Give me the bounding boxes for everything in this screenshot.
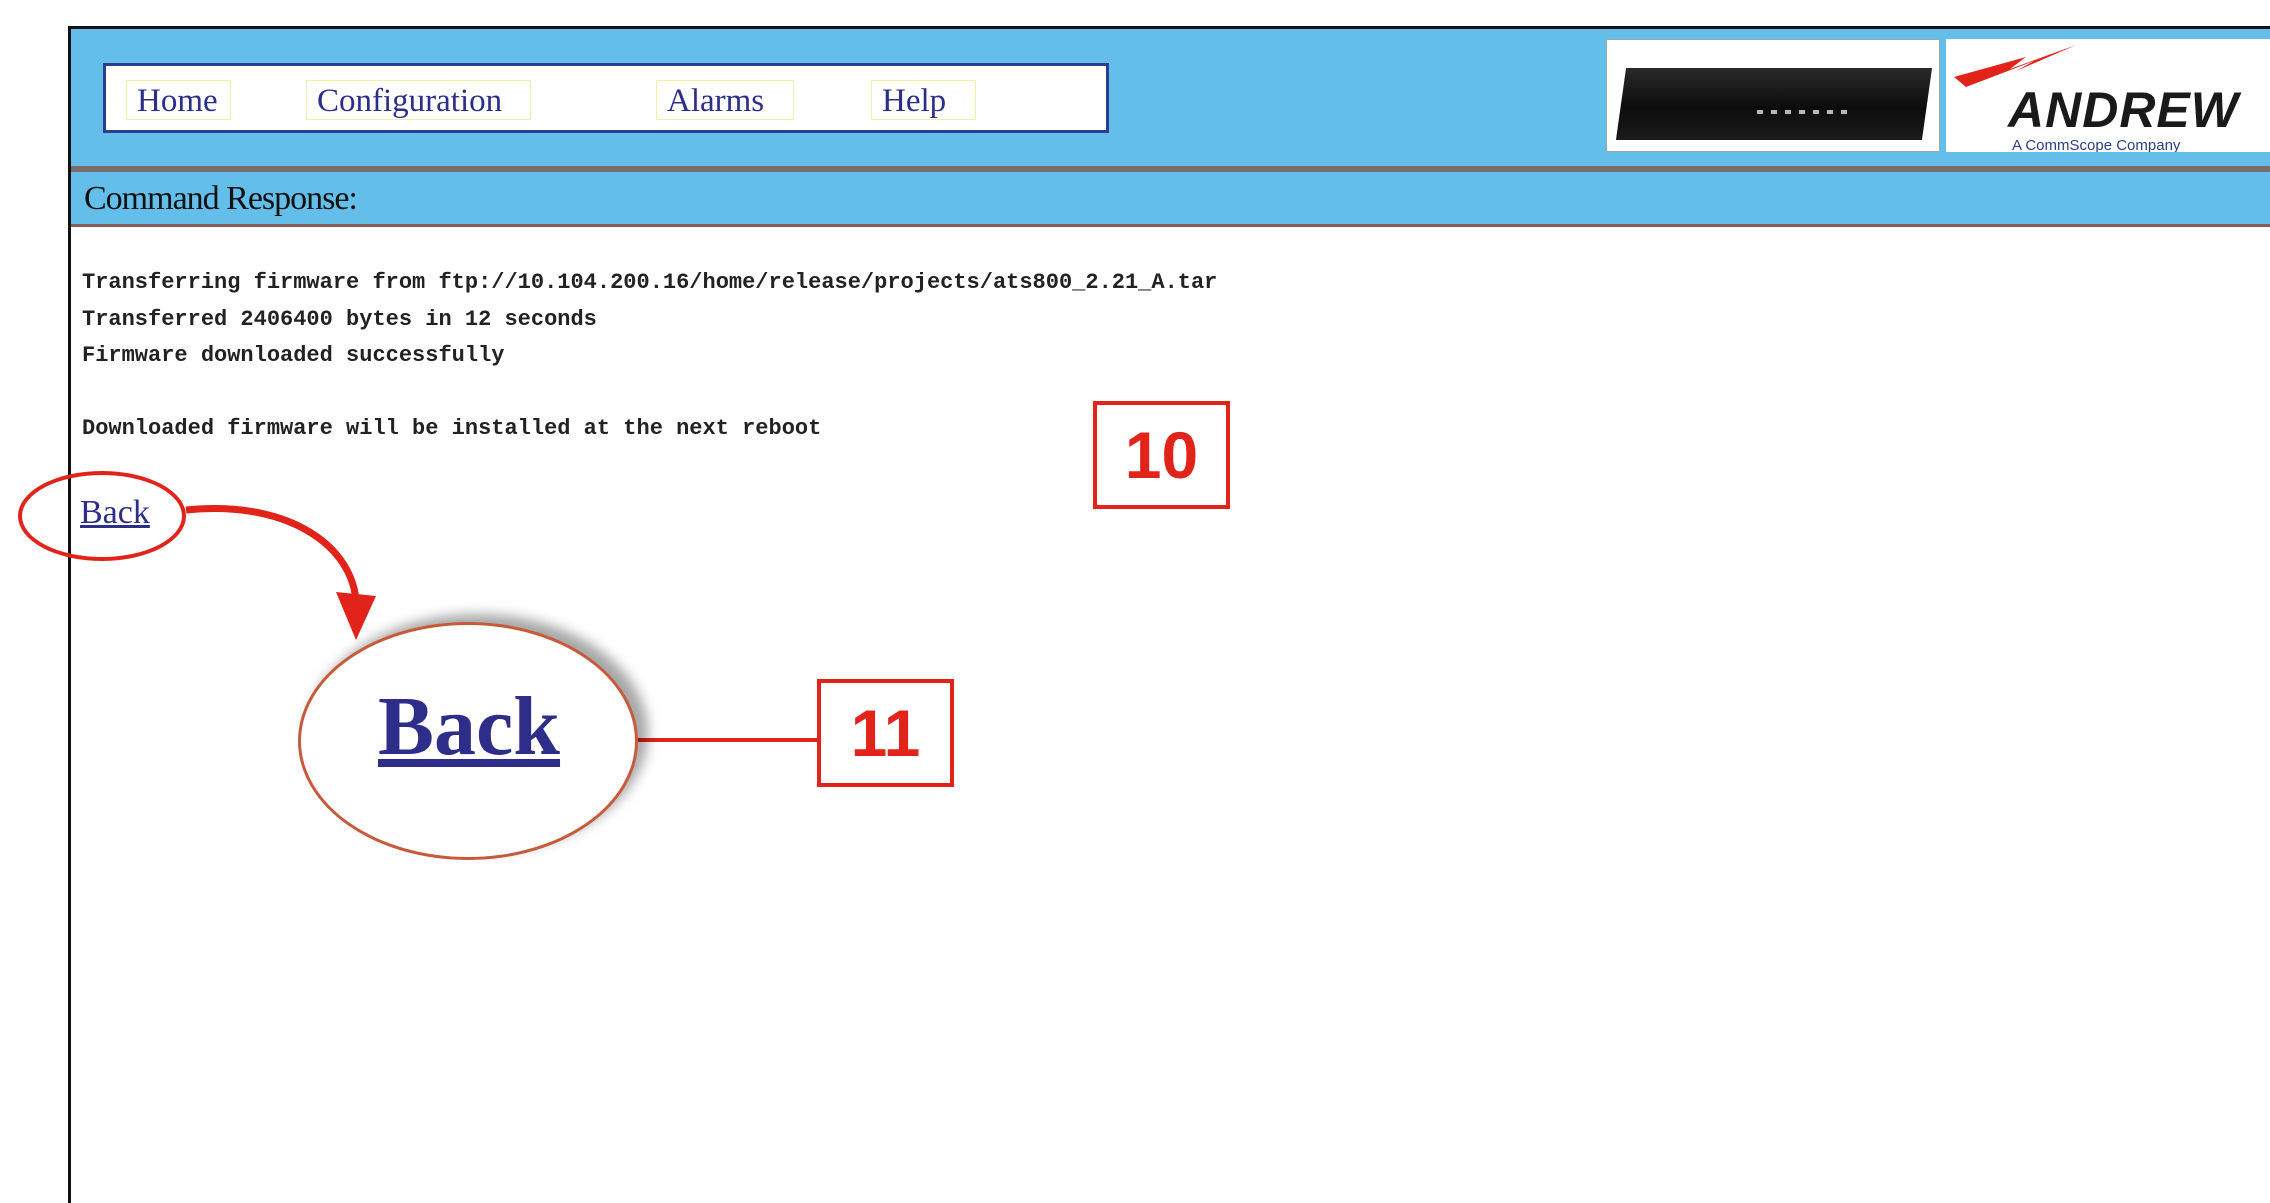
step-11-label: 11 — [817, 679, 954, 787]
callout-arrowhead — [336, 592, 376, 640]
callout-arrow-curve — [185, 505, 360, 601]
step-10-label: 10 — [1093, 401, 1230, 509]
callout-connectors — [185, 505, 817, 742]
zoomed-back-label: Back — [378, 680, 561, 773]
